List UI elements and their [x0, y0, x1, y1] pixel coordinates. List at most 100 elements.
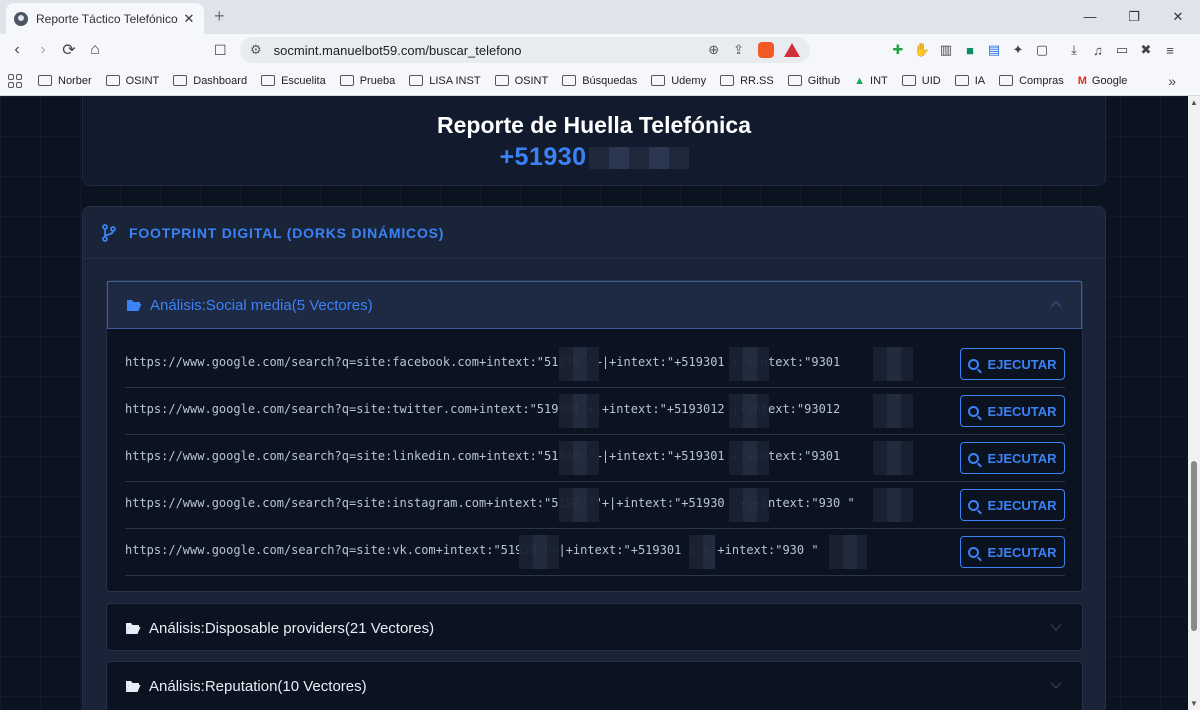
execute-button[interactable]: EJECUTAR: [960, 489, 1065, 521]
brave-shields-icon[interactable]: [758, 42, 774, 58]
redacted-block: [559, 441, 599, 475]
scroll-up-icon[interactable]: ▲: [1190, 98, 1198, 107]
search-icon: [968, 405, 980, 417]
chevron-up-icon: [1050, 300, 1062, 308]
tab-close-icon[interactable]: ✕: [182, 11, 196, 27]
execute-button[interactable]: EJECUTAR: [960, 348, 1065, 380]
accordion-header[interactable]: Análisis:Social media(5 Vectores): [107, 281, 1082, 329]
redacted-block: [588, 147, 689, 170]
scroll-down-icon[interactable]: ▼: [1190, 699, 1198, 708]
media-icon[interactable]: ♫: [1086, 43, 1110, 58]
folder-open-icon: [127, 299, 142, 311]
bookmark-item[interactable]: Compras: [999, 75, 1064, 87]
accordion-reputation: Análisis:Reputation(10 Vectores): [106, 661, 1083, 710]
bookmark-item[interactable]: Norber: [38, 75, 92, 87]
extension-hand-icon[interactable]: ✋: [910, 42, 934, 58]
address-bar[interactable]: ⚙ socmint.manuelbot59.com/buscar_telefon…: [240, 37, 810, 63]
redacted-block: [559, 488, 599, 522]
bookmark-item[interactable]: UID: [901, 75, 941, 87]
folder-icon: [999, 75, 1014, 86]
folder-open-icon: [126, 622, 141, 634]
search-icon: [968, 358, 980, 370]
bookmark-item[interactable]: Dashboard: [173, 75, 247, 87]
accordion-header[interactable]: Análisis:Disposable providers(21 Vectore…: [107, 604, 1082, 652]
brave-rewards-icon[interactable]: [784, 43, 800, 57]
redacted-block: [689, 535, 715, 569]
extension-doc-icon[interactable]: ▤: [982, 42, 1006, 58]
scrollbar-thumb[interactable]: [1191, 461, 1197, 631]
page-scrollbar[interactable]: ▲ ▼: [1188, 96, 1200, 710]
extension-green-icon[interactable]: ■: [958, 43, 982, 58]
bookmark-page-icon[interactable]: ☐: [214, 42, 227, 59]
forward-icon[interactable]: ›: [30, 41, 56, 59]
drive-icon: ▲: [854, 74, 866, 87]
home-icon[interactable]: ⌂: [82, 41, 108, 59]
extension-archive-icon[interactable]: ▥: [934, 42, 958, 58]
bookmark-item[interactable]: M Google: [1078, 75, 1128, 87]
bookmark-item[interactable]: Búsquedas: [562, 75, 637, 87]
redacted-block: [559, 347, 599, 381]
accordion-header[interactable]: Análisis:Reputation(10 Vectores): [107, 662, 1082, 710]
folder-icon: [651, 75, 666, 86]
folder-icon: [173, 75, 188, 86]
minimize-button[interactable]: —: [1068, 0, 1112, 34]
bookmark-item[interactable]: Escuelita: [261, 75, 326, 87]
close-window-button[interactable]: ✕: [1156, 0, 1200, 34]
extension-plus-icon[interactable]: ✚: [886, 42, 910, 58]
bookmarks-overflow-icon[interactable]: »: [1168, 73, 1176, 89]
profile-icon[interactable]: ✖: [1134, 42, 1158, 58]
bookmark-item[interactable]: Prueba: [339, 75, 395, 87]
folder-icon: [562, 75, 577, 86]
bookmark-item[interactable]: OSINT: [105, 75, 159, 87]
bookmark-item[interactable]: Udemy: [651, 75, 706, 87]
redacted-block: [729, 394, 769, 428]
bookmark-item[interactable]: LISA INST: [409, 75, 481, 87]
execute-button[interactable]: EJECUTAR: [960, 395, 1065, 427]
redacted-block: [829, 535, 867, 569]
dork-row: https://www.google.com/search?q=site:lin…: [125, 435, 1065, 482]
footprint-panel: FOOTPRINT DIGITAL (DORKS DINÁMICOS) Anál…: [82, 206, 1106, 710]
dork-list: https://www.google.com/search?q=site:fac…: [125, 341, 1065, 576]
chevron-down-icon: [1050, 681, 1062, 690]
share-icon[interactable]: ⇪: [733, 42, 744, 58]
back-icon[interactable]: ‹: [4, 41, 30, 59]
wallet-icon[interactable]: ▭: [1110, 42, 1134, 58]
accordion-label: Análisis:Reputation(10 Vectores): [149, 677, 367, 695]
bookmark-item[interactable]: OSINT: [494, 75, 548, 87]
execute-button[interactable]: EJECUTAR: [960, 536, 1065, 568]
new-tab-button[interactable]: +: [214, 6, 225, 27]
bookmark-item[interactable]: RR.SS: [720, 75, 774, 87]
panel-title: FOOTPRINT DIGITAL (DORKS DINÁMICOS): [129, 224, 445, 241]
window-controls: — ❐ ✕: [1068, 0, 1200, 34]
extensions-puzzle-icon[interactable]: ✦: [1006, 42, 1030, 58]
bookmark-item[interactable]: Github: [787, 75, 840, 87]
zoom-icon[interactable]: ⊕: [708, 42, 719, 58]
folder-icon: [261, 75, 276, 86]
execute-button[interactable]: EJECUTAR: [960, 442, 1065, 474]
apps-grid-icon[interactable]: [8, 73, 22, 88]
menu-icon[interactable]: ≡: [1158, 43, 1182, 58]
bookmark-item[interactable]: ▲ INT: [854, 75, 888, 87]
search-icon: [968, 499, 980, 511]
downloads-icon[interactable]: ⤓: [1062, 42, 1086, 58]
maximize-button[interactable]: ❐: [1112, 0, 1156, 34]
site-settings-icon[interactable]: ⚙: [250, 42, 262, 58]
folder-open-icon: [126, 680, 141, 692]
redacted-block: [873, 394, 913, 428]
screenshot-icon[interactable]: ▢: [1030, 42, 1054, 58]
browser-tab[interactable]: Reporte Táctico Telefónico | SOC ✕: [6, 3, 204, 34]
bookmarks-bar: Norber OSINT Dashboard Escuelita Prueba …: [0, 66, 1200, 96]
report-title: Reporte de Huella Telefónica: [437, 112, 751, 138]
dork-row: https://www.google.com/search?q=site:twi…: [125, 388, 1065, 435]
accordion-label: Análisis:Disposable providers(21 Vectore…: [149, 619, 435, 637]
reload-icon[interactable]: ⟳: [56, 40, 82, 60]
bookmark-item[interactable]: IA: [954, 75, 985, 87]
redacted-block: [519, 535, 559, 569]
redacted-block: [559, 394, 599, 428]
search-icon: [968, 546, 980, 558]
redacted-block: [729, 347, 769, 381]
redacted-block: [873, 488, 913, 522]
gmail-icon: M: [1077, 74, 1087, 87]
folder-icon: [720, 75, 735, 86]
dork-row: https://www.google.com/search?q=site:vk.…: [125, 529, 1065, 576]
